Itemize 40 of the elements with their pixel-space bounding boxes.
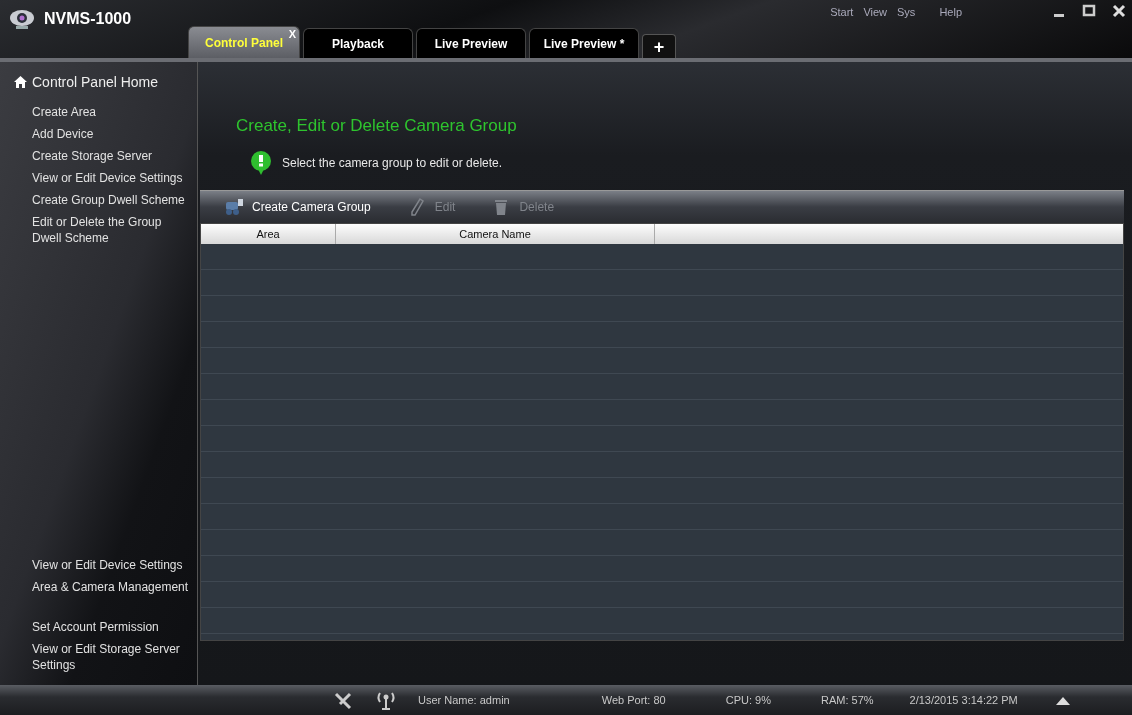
- sidebar-link[interactable]: Create Group Dwell Scheme: [32, 192, 197, 208]
- close-icon[interactable]: [1112, 4, 1126, 18]
- sidebar-link[interactable]: Add Device: [32, 126, 197, 142]
- sidebar-link[interactable]: Area & Camera Management: [32, 579, 197, 595]
- sidebar-link[interactable]: View or Edit Storage Server Settings: [32, 641, 194, 673]
- tab[interactable]: Live Preview: [416, 28, 526, 58]
- home-link[interactable]: Control Panel Home: [0, 72, 197, 102]
- tab[interactable]: Playback: [303, 28, 413, 58]
- ram-text: RAM: 57%: [820, 694, 874, 706]
- webcam-logo-icon: [8, 8, 36, 30]
- datetime-text: 2/13/2015 3:14:22 PM: [909, 694, 1018, 706]
- up-arrow-icon[interactable]: [1055, 695, 1070, 705]
- home-icon: [14, 76, 27, 88]
- cpu-text: CPU: 9%: [725, 694, 771, 706]
- new-tab-button[interactable]: +: [642, 34, 676, 58]
- toolbar-button[interactable]: Create Camera Group: [224, 198, 371, 216]
- column-header[interactable]: Camera Name: [336, 224, 655, 244]
- menu-item[interactable]: Help: [939, 6, 962, 18]
- hint-text: Select the camera group to edit or delete.: [282, 156, 503, 170]
- menu-item[interactable]: Start: [830, 6, 854, 18]
- sidebar-link[interactable]: Edit or Delete the Group Dwell Scheme: [32, 214, 174, 246]
- tab[interactable]: Live Preview *: [529, 28, 639, 58]
- sidebar-link[interactable]: View or Edit Device Settings: [32, 557, 197, 573]
- menu-item[interactable]: View: [863, 6, 888, 18]
- tab[interactable]: Control Panel X: [188, 26, 300, 58]
- sidebar-link[interactable]: View or Edit Device Settings: [32, 170, 197, 186]
- maximize-icon[interactable]: [1082, 4, 1096, 18]
- sidebar-link[interactable]: Create Area: [32, 104, 197, 120]
- antenna-icon[interactable]: [374, 690, 398, 710]
- sidebar-link[interactable]: Set Account Permission: [32, 619, 197, 635]
- column-header[interactable]: Area: [201, 224, 336, 244]
- sidebar-link[interactable]: Create Storage Server: [32, 148, 197, 164]
- exclamation-bubble-icon: [248, 150, 274, 176]
- camera-group-icon: [224, 198, 244, 216]
- user-name-text: User Name: admin: [418, 694, 510, 706]
- menu-item[interactable]: Sys: [897, 6, 916, 18]
- tab-close-button[interactable]: X: [288, 28, 296, 40]
- page-heading: Create, Edit or Delete Camera Group: [236, 116, 518, 136]
- app-title: NVMS-1000: [44, 10, 132, 28]
- web-port-text: Web Port: 80: [601, 694, 666, 706]
